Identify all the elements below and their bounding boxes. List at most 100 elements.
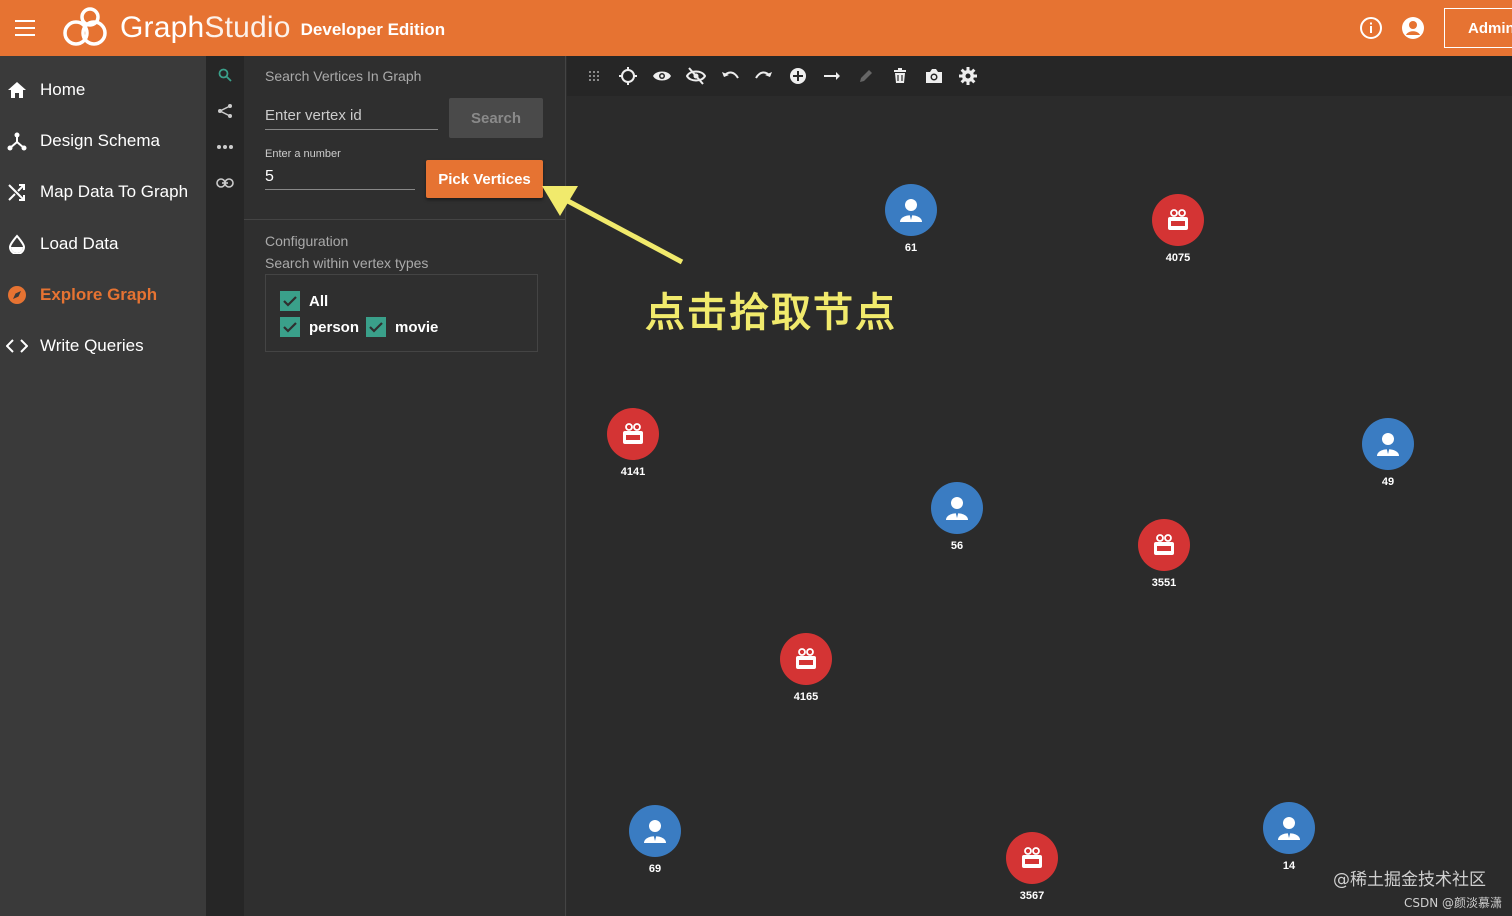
checkbox-movie[interactable]: movie: [366, 317, 438, 337]
schema-icon: [6, 130, 28, 152]
search-vertices-panel: Search Vertices In Graph Search Enter a …: [244, 56, 566, 916]
vertex-person[interactable]: 56: [931, 482, 983, 552]
movie-vertex-icon: [1152, 194, 1204, 246]
vertex-id-input[interactable]: [265, 102, 438, 130]
admin-button[interactable]: Admin: [1444, 8, 1512, 48]
info-icon: [1360, 17, 1382, 39]
person-vertex-icon: [1263, 802, 1315, 854]
number-field-label: Enter a number: [265, 148, 341, 160]
arrow-right-icon: [824, 72, 840, 80]
nav-label: Load Data: [40, 233, 119, 253]
nav-label: Write Queries: [40, 336, 144, 356]
info-button[interactable]: [1350, 0, 1392, 56]
nav-label: Design Schema: [40, 130, 161, 150]
person-vertex-icon: [931, 482, 983, 534]
undo-button[interactable]: [713, 56, 747, 96]
app-header: GraphStudio Developer Edition Admin: [0, 0, 1512, 56]
paths-tool-button[interactable]: [206, 130, 244, 164]
eye-icon: [653, 71, 671, 81]
edit-button[interactable]: [849, 56, 883, 96]
config-subtitle: Search within vertex types: [265, 255, 429, 271]
nav-item-write-queries[interactable]: Write Queries: [0, 320, 206, 371]
connection-tool-button[interactable]: [206, 166, 244, 200]
layout-button[interactable]: [577, 56, 611, 96]
home-icon: [6, 79, 28, 101]
brand-name: GraphStudio: [120, 11, 291, 44]
menu-icon: [15, 27, 35, 29]
vertex-person[interactable]: 69: [629, 805, 681, 875]
vertex-movie[interactable]: 3551: [1138, 519, 1190, 589]
nav-label: Home: [40, 79, 86, 99]
panel-divider: [244, 219, 566, 220]
person-vertex-icon: [629, 805, 681, 857]
graph-canvas[interactable]: 61 4075 4141 49 56 3551 4165 69 14 3567 …: [567, 56, 1512, 916]
trash-icon: [894, 68, 906, 83]
show-button[interactable]: [645, 56, 679, 96]
graphstudio-logo-icon: [63, 7, 107, 46]
movie-vertex-icon: [780, 633, 832, 685]
link-icon: [216, 178, 234, 188]
watermark-credit: CSDN @颜淡慕潇: [1403, 896, 1502, 910]
settings-button[interactable]: [951, 56, 985, 96]
compass-icon: [6, 284, 28, 306]
hamburger-menu-button[interactable]: [0, 0, 50, 56]
more-horizontal-icon: [217, 145, 233, 149]
vertex-types-box: All person movie: [265, 274, 538, 352]
app-logo: GraphStudio Developer Edition: [60, 5, 445, 51]
expand-tool-button[interactable]: [206, 94, 244, 128]
pencil-icon: [860, 70, 872, 82]
delete-button[interactable]: [883, 56, 917, 96]
panel-title: Search Vertices In Graph: [265, 68, 422, 84]
checkbox-all[interactable]: All: [280, 291, 328, 311]
edition-label: Developer Edition: [300, 20, 446, 39]
checkbox-person[interactable]: person: [280, 317, 359, 337]
drop-icon: [6, 233, 28, 255]
add-edge-button[interactable]: [815, 56, 849, 96]
annotation-text: 点击拾取节点: [645, 290, 897, 336]
person-vertex-icon: [885, 184, 937, 236]
redo-icon: [755, 71, 772, 79]
movie-vertex-icon: [1138, 519, 1190, 571]
explore-tool-strip: [206, 56, 244, 916]
vertex-count-input[interactable]: [265, 164, 415, 190]
nav-item-load-data[interactable]: Load Data: [0, 218, 206, 269]
nav-item-home[interactable]: Home: [0, 64, 206, 115]
account-circle-icon: [1402, 17, 1424, 39]
code-icon: [6, 335, 28, 357]
vertex-person[interactable]: 61: [885, 184, 937, 254]
vertex-movie[interactable]: 3567: [1006, 832, 1058, 902]
search-button[interactable]: Search: [449, 98, 543, 138]
person-vertex-icon: [1362, 418, 1414, 470]
vertex-movie[interactable]: 4165: [780, 633, 832, 703]
vertex-person[interactable]: 14: [1263, 802, 1315, 872]
locate-button[interactable]: [611, 56, 645, 96]
nav-item-explore-graph[interactable]: Explore Graph: [0, 269, 206, 320]
nav-item-map-data[interactable]: Map Data To Graph: [0, 167, 206, 218]
search-tool-button[interactable]: [206, 58, 244, 92]
nav-item-design-schema[interactable]: Design Schema: [0, 115, 206, 166]
search-icon: [218, 68, 232, 82]
shuffle-icon: [6, 181, 28, 203]
grid-icon: [589, 71, 599, 81]
vertex-movie[interactable]: 4075: [1152, 194, 1204, 264]
eye-off-icon: [686, 67, 706, 85]
vertex-person[interactable]: 49: [1362, 418, 1414, 488]
hide-button[interactable]: [679, 56, 713, 96]
undo-icon: [722, 71, 739, 79]
nav-label: Explore Graph: [40, 284, 158, 304]
main-sidebar: Home Design Schema Map Data To Graph Loa…: [0, 56, 206, 916]
add-circle-icon: [790, 68, 806, 84]
canvas-toolbar: [567, 56, 1512, 96]
config-title: Configuration: [265, 233, 349, 249]
redo-button[interactable]: [747, 56, 781, 96]
add-vertex-button[interactable]: [781, 56, 815, 96]
crosshair-icon: [619, 67, 637, 85]
gear-icon: [959, 67, 977, 85]
checkbox-checked-icon: [366, 317, 386, 337]
checkbox-checked-icon: [280, 317, 300, 337]
vertex-movie[interactable]: 4141: [607, 408, 659, 478]
share-icon: [218, 104, 232, 118]
account-button[interactable]: [1392, 0, 1434, 56]
pick-vertices-button[interactable]: Pick Vertices: [426, 160, 543, 198]
screenshot-button[interactable]: [917, 56, 951, 96]
